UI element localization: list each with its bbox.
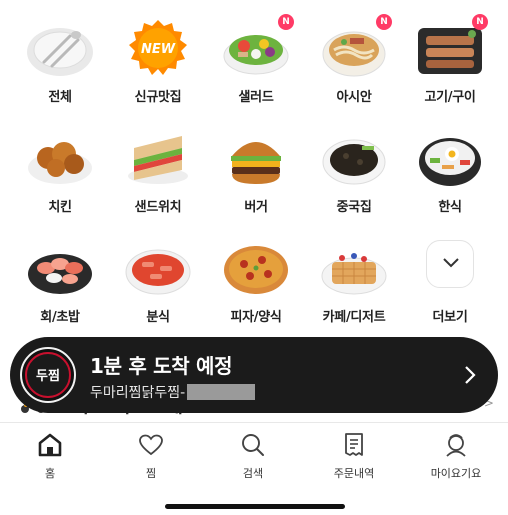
- restaurant-name: 두마리찜닭두찜-: [90, 382, 256, 402]
- tab-home[interactable]: 홈: [10, 431, 90, 481]
- tab-search[interactable]: 검색: [213, 431, 293, 481]
- category-label: 신규맛집: [134, 90, 182, 105]
- category-label: 전체: [48, 90, 72, 105]
- category-chicken[interactable]: 치킨: [12, 116, 108, 216]
- category-label: 버거: [244, 200, 268, 215]
- svg-text:두찜: 두찜: [36, 368, 60, 384]
- svg-text:NEW: NEW: [141, 42, 176, 57]
- tab-label: 찜: [145, 467, 157, 480]
- category-label: 더보기: [432, 310, 468, 325]
- category-label: 샐러드: [238, 90, 274, 105]
- category-sushi[interactable]: 회/초밥: [12, 226, 108, 326]
- category-label: 카페/디저트: [322, 310, 386, 325]
- category-label: 피자/양식: [230, 310, 282, 325]
- category-salad[interactable]: N 샐러드: [208, 6, 304, 106]
- tab-orders[interactable]: 주문내역: [314, 431, 394, 481]
- category-label: 회/초밥: [40, 310, 80, 325]
- plate-utensils-icon: [26, 18, 94, 78]
- tab-label: 마이요기요: [430, 467, 482, 480]
- delivery-status-banner[interactable]: 두찜 1분 후 도착 예정 두마리찜닭두찜-: [10, 337, 498, 413]
- category-label: 중국집: [336, 200, 372, 215]
- tab-my-yogiyo[interactable]: 마이요기요: [416, 431, 496, 481]
- black-bean-noodles-icon: [320, 128, 388, 188]
- tteokbokki-icon: [124, 238, 192, 298]
- bottom-tab-bar: 홈 찜 검색 주문내역 마이요기요: [0, 422, 508, 515]
- salad-icon: N: [222, 14, 294, 78]
- category-label: 고기/구이: [424, 90, 476, 105]
- bibimbap-icon: [416, 128, 484, 188]
- category-label: 치킨: [48, 200, 72, 215]
- sandwich-icon: [124, 128, 192, 188]
- profile-icon: [446, 434, 466, 457]
- category-snack[interactable]: 분식: [110, 226, 206, 326]
- category-burger[interactable]: 버거: [208, 116, 304, 216]
- search-icon: [242, 434, 264, 456]
- grilled-meat-icon: N: [416, 14, 488, 78]
- burger-icon: [222, 128, 290, 188]
- category-label: 분식: [146, 310, 170, 325]
- arrival-eta-title: 1분 후 도착 예정: [90, 354, 233, 378]
- pizza-icon: [222, 238, 290, 298]
- home-icon: [38, 433, 62, 457]
- sashimi-icon: [26, 238, 94, 298]
- tab-label: 검색: [242, 467, 264, 480]
- category-label: 한식: [438, 200, 462, 215]
- tab-favorites[interactable]: 찜: [111, 431, 191, 481]
- home-indicator: [165, 504, 345, 509]
- category-korean[interactable]: 한식: [402, 116, 498, 216]
- tab-label: 홈: [44, 467, 56, 480]
- chevron-right-icon: [465, 366, 476, 384]
- category-sandwich[interactable]: 샌드위치: [110, 116, 206, 216]
- noodle-soup-icon: N: [320, 14, 392, 78]
- new-badge: N: [278, 14, 294, 30]
- category-cafe[interactable]: 카페/디저트: [306, 226, 402, 326]
- receipt-icon: [345, 433, 363, 456]
- new-badge: N: [376, 14, 392, 30]
- category-chinese[interactable]: 중국집: [306, 116, 402, 216]
- new-badge: N: [472, 14, 488, 30]
- restaurant-logo: 두찜: [20, 347, 76, 403]
- more-button[interactable]: [426, 240, 474, 288]
- new-badge-icon: NEW: [124, 18, 192, 78]
- category-more[interactable]: 더보기: [402, 226, 498, 326]
- tab-label: 주문내역: [333, 467, 375, 480]
- category-label: 샌드위치: [134, 200, 182, 215]
- category-pizza[interactable]: 피자/양식: [208, 226, 304, 326]
- fried-chicken-icon: [26, 128, 94, 188]
- category-all[interactable]: 전체: [12, 6, 108, 106]
- category-label: 아시안: [336, 90, 372, 105]
- category-asian[interactable]: N 아시안: [306, 6, 402, 106]
- waffle-icon: [320, 238, 388, 298]
- chevron-down-icon: [443, 258, 459, 268]
- category-meat[interactable]: N 고기/구이: [402, 6, 498, 106]
- category-new[interactable]: NEW 신규맛집: [110, 6, 206, 106]
- heart-icon: [139, 434, 163, 456]
- redacted-text: [187, 384, 256, 400]
